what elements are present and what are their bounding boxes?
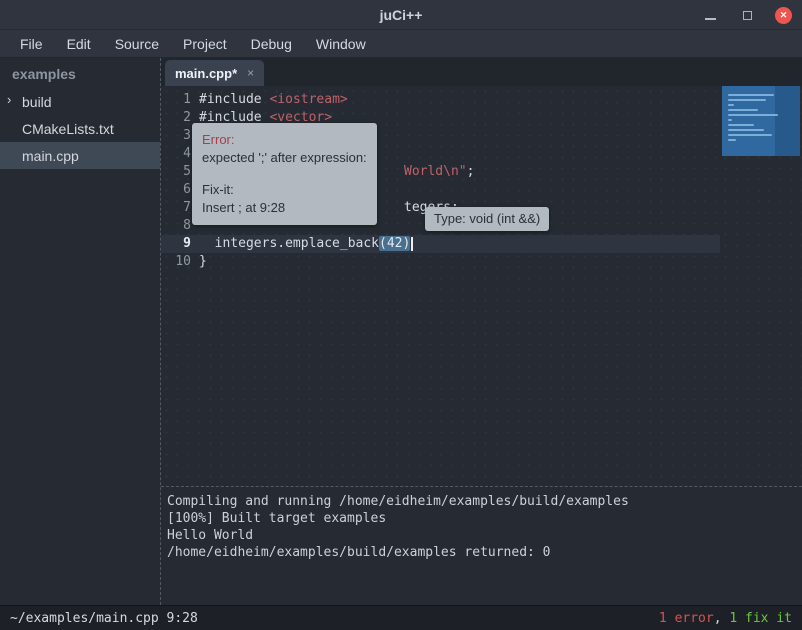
code-line-10[interactable]: 10} — [161, 253, 802, 271]
file-name: CMakeLists.txt — [22, 121, 114, 137]
line-number: 3 — [167, 127, 191, 145]
editor[interactable]: 1#include <iostream>2#include <vector>34… — [161, 86, 802, 486]
line-number: 7 — [167, 199, 191, 217]
minimap-code-line — [728, 124, 754, 126]
tab-bar: main.cpp* × — [161, 58, 802, 86]
code-line-text: } — [199, 253, 207, 271]
output-terminal[interactable]: Compiling and running /home/eidheim/exam… — [161, 486, 802, 605]
tab-label: main.cpp* — [175, 66, 237, 81]
code-line-text: #include <iostream> — [199, 91, 348, 109]
menu-item-window[interactable]: Window — [304, 32, 378, 56]
file-name: build — [22, 94, 52, 110]
line-number: 5 — [167, 163, 191, 181]
restore-button[interactable] — [738, 6, 756, 24]
code-segment: World\n" — [404, 164, 467, 179]
text-cursor — [411, 237, 413, 251]
tooltip-error-title: Error: — [202, 131, 367, 149]
line-number: 4 — [167, 145, 191, 163]
project-name: examples — [0, 58, 160, 88]
close-icon: ✕ — [780, 11, 788, 20]
file-tree-item-build[interactable]: › build — [0, 88, 160, 115]
minimap-code-line — [728, 134, 772, 136]
line-number: 8 — [167, 217, 191, 235]
terminal-line: /home/eidheim/examples/build/examples re… — [167, 544, 796, 561]
tooltip-fixit-title: Fix-it: — [202, 181, 367, 199]
minimap-code-line — [728, 109, 758, 111]
minimap-code-line — [728, 139, 736, 141]
code-segment: ; — [467, 164, 475, 179]
window-title: juCi++ — [0, 7, 802, 23]
minimap-code-line — [728, 99, 766, 101]
status-location: ~/examples/main.cpp 9:28 — [10, 611, 198, 626]
line-number: 10 — [167, 253, 191, 271]
line-number: 9 — [167, 235, 191, 253]
diagnostic-tooltip: Error: expected ';' after expression: Fi… — [192, 123, 377, 225]
minimap-code-line — [728, 129, 764, 131]
terminal-line: Hello World — [167, 527, 796, 544]
error-count: 1 error — [659, 611, 714, 626]
tooltip-error-message: expected ';' after expression: — [202, 149, 367, 167]
status-diagnostics: 1 error, 1 fix it — [659, 611, 792, 626]
menu-item-file[interactable]: File — [8, 32, 55, 56]
tooltip-spacer — [202, 167, 367, 181]
restore-icon — [743, 11, 752, 20]
status-separator: , — [714, 611, 730, 626]
file-tree-item-cmakelists.txt[interactable]: CMakeLists.txt — [0, 115, 160, 142]
window-controls: ✕ — [701, 0, 792, 30]
file-name: main.cpp — [22, 148, 79, 164]
main-panel: main.cpp* × 1 #include <iostream> 2 #include… — [160, 58, 802, 605]
line-number: 2 — [167, 109, 191, 127]
line-number: 6 — [167, 181, 191, 199]
code-segment: <iostream> — [269, 92, 347, 107]
minimap-viewport[interactable] — [722, 86, 800, 156]
juci-window: juCi++ ✕ FileEditSourceProjectDebugWindo… — [0, 0, 802, 630]
terminal-line: Compiling and running /home/eidheim/exam… — [167, 493, 796, 510]
code-segment: integers.emplace_back — [199, 236, 379, 251]
close-button[interactable]: ✕ — [775, 7, 792, 24]
chevron-right-icon[interactable]: › — [7, 92, 11, 107]
minimize-icon — [705, 18, 716, 20]
titlebar[interactable]: juCi++ ✕ — [0, 0, 802, 30]
file-tree: › build CMakeLists.txt main.cpp — [0, 88, 160, 169]
minimap-code-line — [728, 119, 732, 121]
minimap-code-line — [728, 114, 778, 116]
code-segment: } — [199, 254, 207, 269]
tooltip-fixit-message: Insert ; at 9:28 — [202, 199, 367, 217]
code-segment: (42) — [379, 236, 410, 251]
type-tooltip: Type: void (int &&) — [425, 207, 549, 231]
minimap-code-line — [728, 104, 734, 106]
file-tree-panel: examples › build CMakeLists.txt main.cpp — [0, 58, 160, 605]
tab-close-icon[interactable]: × — [247, 66, 254, 80]
menu-item-debug[interactable]: Debug — [239, 32, 304, 56]
minimize-button[interactable] — [701, 6, 719, 24]
tab-main.cpp[interactable]: main.cpp* × — [165, 60, 264, 86]
menu-item-source[interactable]: Source — [103, 32, 171, 56]
line-number: 1 — [167, 91, 191, 109]
terminal-line: [100%] Built target examples — [167, 510, 796, 527]
status-bar: ~/examples/main.cpp 9:28 1 error, 1 fix … — [0, 605, 802, 630]
fixit-count: 1 fix it — [729, 611, 792, 626]
file-tree-item-main.cpp[interactable]: main.cpp — [0, 142, 160, 169]
menu-item-project[interactable]: Project — [171, 32, 239, 56]
code-line-1[interactable]: 1 #include <iostream> — [161, 91, 802, 109]
code-segment: #include — [199, 92, 269, 107]
minimap[interactable] — [720, 86, 802, 486]
body-region: examples › build CMakeLists.txt main.cpp ma… — [0, 58, 802, 605]
minimap-code-line — [728, 94, 774, 96]
menu-item-edit[interactable]: Edit — [55, 32, 103, 56]
code-line-9[interactable]: 9 integers.emplace_back(42) — [161, 235, 802, 253]
code-line-text: integers.emplace_back(42) — [199, 235, 413, 253]
menu-bar: FileEditSourceProjectDebugWindow — [0, 30, 802, 58]
